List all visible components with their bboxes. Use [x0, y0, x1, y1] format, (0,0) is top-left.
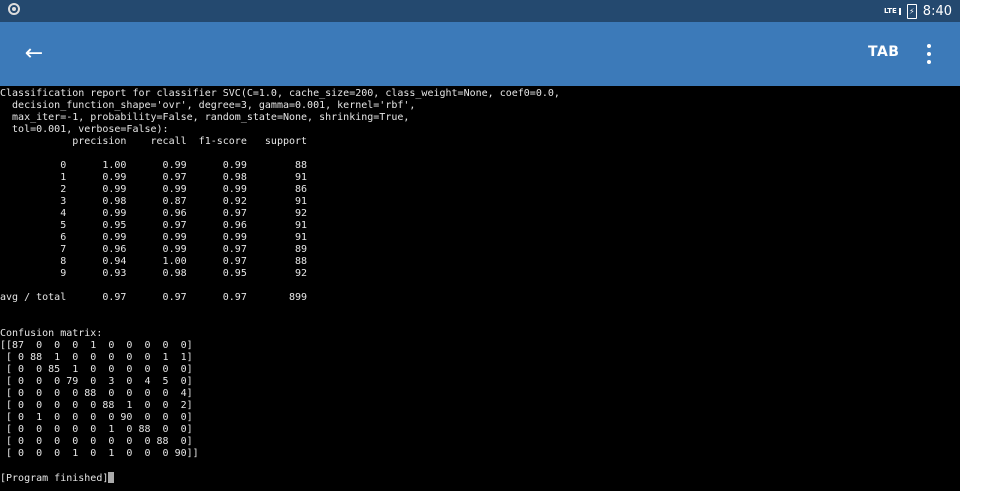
tab-button[interactable]: TAB [868, 44, 899, 60]
text-cursor [108, 472, 115, 483]
status-bar: LTE ⚡ 8:40 [0, 0, 960, 22]
more-vert-icon[interactable] [921, 42, 937, 66]
lte-signal-icon: LTE [884, 7, 901, 15]
battery-icon: ⚡ [906, 3, 917, 19]
notification-icon [8, 3, 20, 15]
app-bar: ← TAB [0, 22, 960, 86]
terminal-output[interactable]: Classification report for classifier SVC… [0, 88, 960, 488]
terminal-text: Classification report for classifier SVC… [0, 88, 560, 459]
arrow-back-icon[interactable]: ← [22, 42, 46, 66]
edge-strip [960, 0, 983, 491]
program-finished-text: [Program finished] [0, 473, 109, 484]
status-indicators: LTE ⚡ 8:40 [884, 0, 952, 22]
status-time: 8:40 [922, 3, 952, 19]
